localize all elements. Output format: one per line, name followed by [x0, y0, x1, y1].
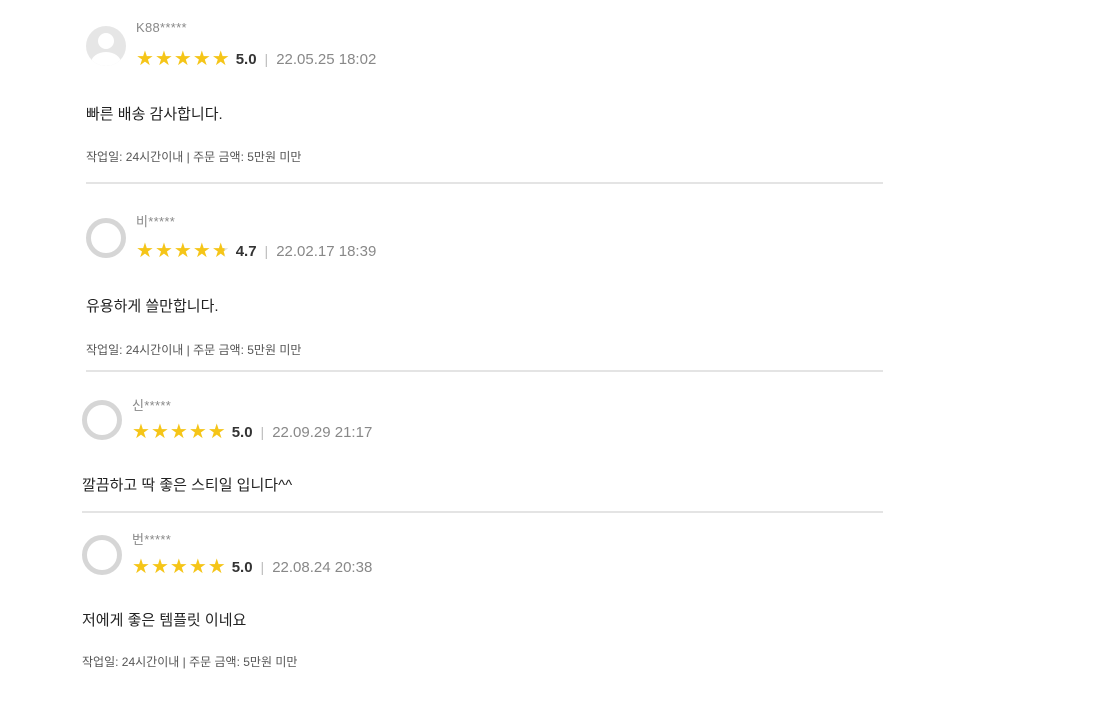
user-avatar-icon [82, 400, 122, 440]
star-icon: ★ [192, 240, 211, 262]
divider [86, 370, 883, 372]
order-info: 작업일: 24시간이내 | 주문 금액: 5만원 미만 [82, 655, 298, 669]
order-info: 작업일: 24시간이내 | 주문 금액: 5만원 미만 [86, 343, 302, 357]
order-info: 작업일: 24시간이내 | 주문 금액: 5만원 미만 [86, 150, 302, 164]
star-icon: ★ [150, 421, 169, 443]
star-rating: ★ ★ ★ ★ ★ [136, 241, 230, 261]
review-date: 22.02.17 18:39 [276, 242, 377, 260]
reviewer-name: 비***** [136, 214, 176, 229]
rating-row: ★ ★ ★ ★ ★ 5.0 | 22.05.25 18:02 [136, 49, 376, 69]
review-content: 저에게 좋은 템플릿 이네요 [82, 612, 247, 629]
star-icon: ★ [150, 556, 169, 578]
star-rating: ★ ★ ★ ★ ★ [132, 557, 226, 577]
star-icon: ★ [173, 48, 192, 70]
divider [86, 182, 883, 184]
rating-score: 4.7 [235, 242, 257, 260]
review-date: 22.05.25 18:02 [276, 50, 377, 68]
star-icon: ★ [211, 240, 230, 262]
star-icon: ★ [154, 240, 173, 262]
divider [82, 511, 883, 513]
star-icon: ★ [188, 421, 207, 443]
star-icon: ★ [207, 556, 226, 578]
star-rating: ★ ★ ★ ★ ★ [132, 422, 226, 442]
star-icon: ★ [154, 48, 173, 70]
user-avatar-icon [82, 535, 122, 575]
reviewer-name: K88***** [136, 20, 187, 35]
separator: | [264, 51, 269, 67]
rating-row: ★ ★ ★ ★ ★ 5.0 | 22.08.24 20:38 [132, 557, 372, 577]
rating-score: 5.0 [231, 558, 253, 576]
reviewer-name: 번***** [132, 532, 172, 547]
user-avatar-icon [86, 218, 126, 258]
rating-row: ★ ★ ★ ★ ★ 4.7 | 22.02.17 18:39 [136, 241, 376, 261]
star-icon: ★ [192, 48, 211, 70]
star-icon: ★ [173, 240, 192, 262]
star-icon: ★ [132, 556, 150, 578]
star-icon: ★ [136, 48, 154, 70]
rating-score: 5.0 [235, 50, 257, 68]
separator: | [260, 424, 265, 440]
star-icon: ★ [132, 421, 150, 443]
rating-row: ★ ★ ★ ★ ★ 5.0 | 22.09.29 21:17 [132, 422, 372, 442]
rating-score: 5.0 [231, 423, 253, 441]
separator: | [264, 243, 269, 259]
review-content: 유용하게 쓸만합니다. [86, 298, 219, 315]
review-content: 빠른 배송 감사합니다. [86, 106, 223, 123]
star-icon: ★ [169, 556, 188, 578]
review-date: 22.09.29 21:17 [272, 423, 373, 441]
star-rating: ★ ★ ★ ★ ★ [136, 49, 230, 69]
star-icon: ★ [188, 556, 207, 578]
star-icon: ★ [207, 421, 226, 443]
review-content: 깔끔하고 딱 좋은 스티일 입니다^^ [82, 477, 293, 494]
star-icon: ★ [211, 48, 230, 70]
user-avatar-icon [86, 26, 126, 66]
review-date: 22.08.24 20:38 [272, 558, 373, 576]
star-icon: ★ [169, 421, 188, 443]
separator: | [260, 559, 265, 575]
reviewer-name: 신***** [132, 398, 172, 413]
star-icon: ★ [136, 240, 154, 262]
